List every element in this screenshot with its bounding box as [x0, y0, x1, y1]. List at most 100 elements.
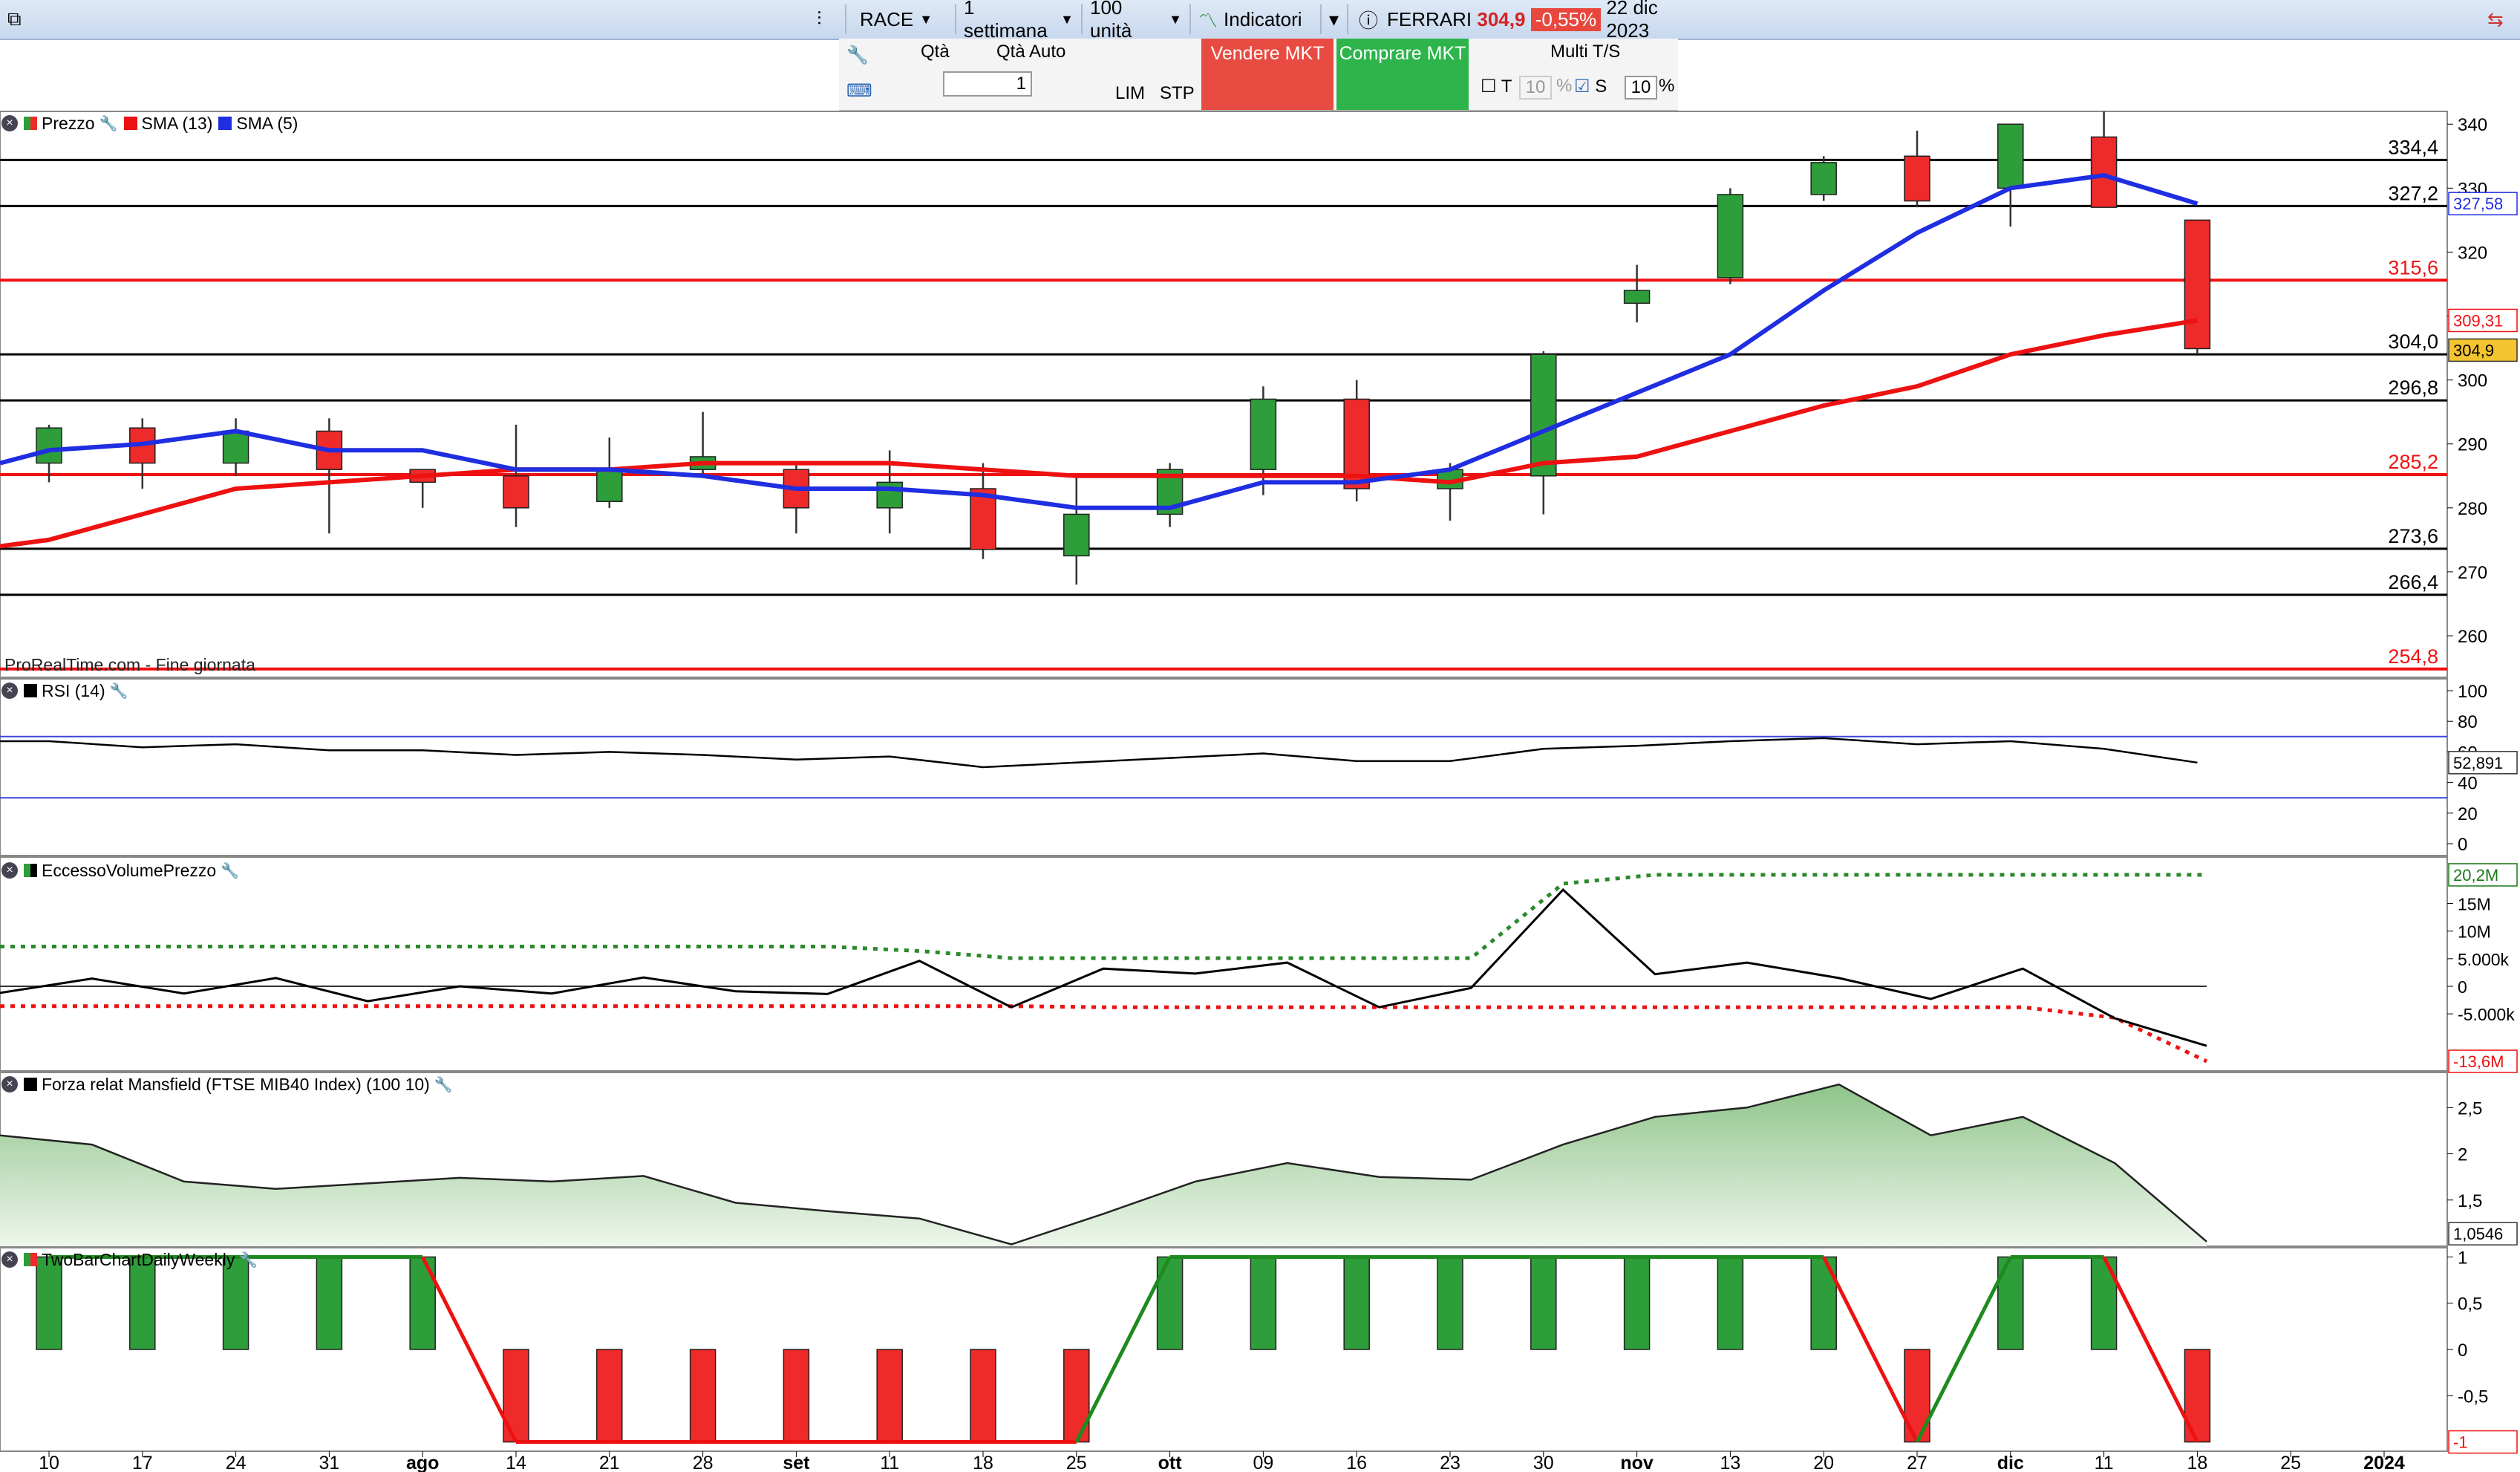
candle-body — [876, 481, 903, 509]
twobar-bar — [876, 1349, 903, 1443]
twobar-bar — [1717, 1256, 1744, 1350]
level-label: 334,4 — [2388, 136, 2438, 158]
close-icon[interactable]: × — [1, 1251, 18, 1268]
twobar-tick-label: 0,5 — [2458, 1294, 2482, 1315]
legend-twobar: TwoBarChartDailyWeekly — [42, 1249, 235, 1269]
wrench-icon[interactable]: 🔧 — [434, 1075, 453, 1094]
mansfield-value-label: 1,0546 — [2453, 1225, 2503, 1243]
twobar-link — [1915, 1256, 2013, 1443]
evp-upper-line — [0, 873, 2207, 960]
evp-legend: × EccessoVolumePrezzo 🔧 — [1, 860, 239, 881]
twobar-link — [1821, 1256, 1919, 1443]
level-label: 254,8 — [2388, 645, 2438, 668]
candle-body — [1997, 123, 2024, 189]
rsi-tick-label: 100 — [2458, 682, 2487, 702]
price-tick-label: 320 — [2458, 243, 2487, 263]
mansfield-area — [0, 1084, 2207, 1246]
chart-canvas[interactable]: 340330320300290280270260334,4327,2315,63… — [0, 0, 2520, 1472]
twobar-bar — [970, 1349, 996, 1443]
twobar-bar — [689, 1349, 716, 1443]
twobar-bar — [1343, 1256, 1370, 1350]
candle-body — [1530, 354, 1557, 477]
price-tick-label: 270 — [2458, 563, 2487, 583]
evp-lower-line — [0, 1004, 2208, 1064]
evp-tick-label: 15M — [2458, 895, 2491, 914]
legend-sma13: SMA (13) — [141, 113, 213, 133]
twobar-link — [1074, 1256, 1172, 1443]
twobar-bar — [1530, 1256, 1557, 1350]
sma13-value-label: 309,31 — [2453, 311, 2503, 330]
evp-tick-label: 10M — [2458, 922, 2491, 942]
level-label: 315,6 — [2388, 256, 2438, 279]
legend-mansfield: Forza relat Mansfield (FTSE MIB40 Index)… — [42, 1074, 430, 1094]
level-label: 296,8 — [2388, 377, 2438, 399]
sma13-swatch-icon — [123, 117, 137, 130]
rsi-swatch-icon — [24, 684, 37, 697]
candle-body — [596, 469, 623, 502]
price-legend: × Prezzo 🔧 SMA (13) SMA (5) — [1, 113, 298, 134]
candle-body — [36, 427, 62, 464]
mansfield-tick-label: 1,5 — [2458, 1191, 2482, 1211]
candle-body — [503, 475, 529, 509]
price-tick-label: 300 — [2458, 371, 2487, 391]
twobar-bar — [316, 1256, 343, 1350]
rsi-legend: × RSI (14) 🔧 — [1, 680, 128, 701]
price-tick-label: 340 — [2458, 115, 2487, 135]
candle-body — [1810, 162, 1837, 195]
evp-tick-label: 5.000k — [2458, 950, 2510, 969]
twobar-tick-label: -0,5 — [2458, 1387, 2488, 1407]
close-icon[interactable]: × — [1, 115, 18, 131]
candle-body — [2090, 136, 2118, 208]
level-label: 327,2 — [2388, 182, 2438, 204]
rsi-tick-label: 40 — [2458, 774, 2478, 794]
panel-frame-two — [0, 1247, 2448, 1452]
twobar-bar — [222, 1256, 249, 1350]
mansfield-tick-label: 2,5 — [2458, 1098, 2482, 1118]
candle-body — [1250, 398, 1277, 470]
candle-body — [2184, 219, 2211, 350]
rsi-tick-label: 0 — [2458, 835, 2467, 855]
candle-swatch-icon — [24, 117, 37, 130]
watermark-text: ProRealTime.com - Fine giornata — [4, 655, 255, 674]
legend-evp: EccessoVolumePrezzo — [42, 860, 217, 880]
mansfield-swatch-icon — [24, 1078, 37, 1091]
evp-upper-value-label: 20,2M — [2453, 866, 2498, 885]
twobar-bar — [1623, 1256, 1651, 1350]
close-icon[interactable]: × — [1, 683, 18, 699]
wrench-icon[interactable]: 🔧 — [221, 862, 239, 880]
price-tick-label: 260 — [2458, 627, 2487, 647]
evp-tick-label: 0 — [2458, 977, 2467, 997]
rsi-tick-label: 80 — [2458, 712, 2478, 732]
twobar-swatch-icon — [24, 1253, 37, 1266]
mansfield-legend: × Forza relat Mansfield (FTSE MIB40 Inde… — [1, 1074, 453, 1095]
wrench-icon[interactable]: 🔧 — [110, 682, 128, 700]
close-icon[interactable]: × — [1, 1076, 18, 1092]
rsi-tick-label: 20 — [2458, 804, 2478, 824]
price-tick-label: 290 — [2458, 435, 2487, 455]
wrench-icon[interactable]: 🔧 — [239, 1251, 258, 1269]
candle-body — [1063, 513, 1090, 557]
price-tick-label: 280 — [2458, 499, 2487, 519]
panel-frame-rsi — [0, 678, 2448, 856]
rsi-line — [0, 737, 2198, 769]
twobar-bar — [36, 1256, 62, 1350]
candle-body — [1717, 194, 1744, 279]
level-label: 266,4 — [2388, 571, 2438, 593]
twobar-bar — [596, 1349, 623, 1443]
last-price-label: 304,9 — [2453, 341, 2494, 359]
close-icon[interactable]: × — [1, 862, 18, 879]
twobar-bar — [783, 1349, 810, 1443]
candle-body — [222, 430, 249, 464]
panel-frame-evp — [0, 856, 2448, 1072]
evp-swatch-icon — [24, 864, 37, 877]
twobar-bar — [1437, 1256, 1463, 1350]
twobar-link — [420, 1256, 518, 1443]
twobar-bar — [129, 1256, 156, 1350]
legend-rsi: RSI (14) — [42, 680, 105, 700]
rsi-value-label: 52,891 — [2453, 754, 2503, 772]
candle-body — [1623, 290, 1651, 305]
level-label: 285,2 — [2388, 451, 2438, 473]
evp-tick-label: -5.000k — [2458, 1005, 2515, 1024]
wrench-icon[interactable]: 🔧 — [99, 114, 118, 133]
sma5-value-label: 327,58 — [2453, 195, 2503, 213]
